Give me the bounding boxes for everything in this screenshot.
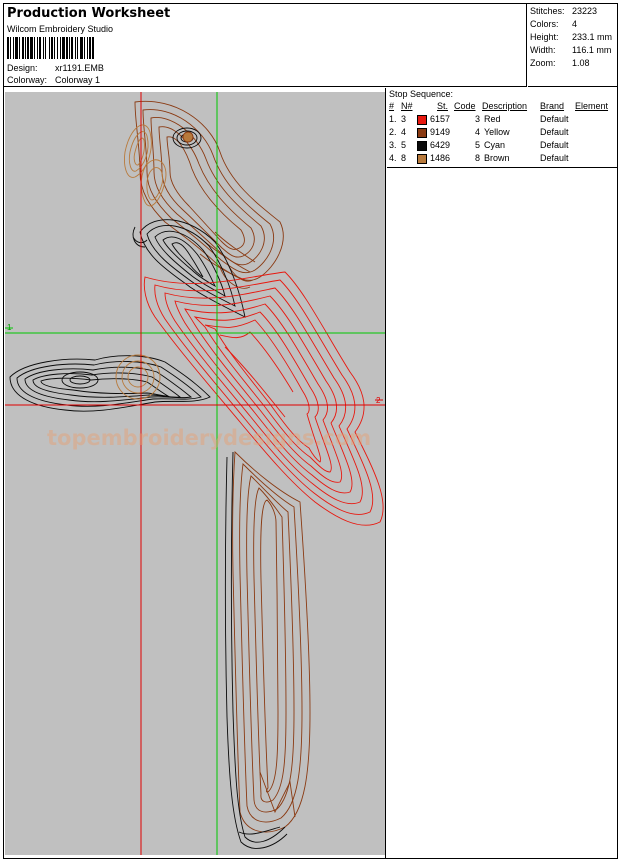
stitches-row: Stitches: 23223 — [530, 6, 597, 16]
design-row: Design: xr1191.EMB — [7, 63, 104, 73]
design-panel: 1 2 topembroiderydesigns.com — [4, 88, 386, 859]
guide-marker-1: 1 — [7, 323, 12, 332]
stop-row: 2. 4 9149 Yellow Default 4 — [387, 127, 618, 139]
stop-row: 3. 5 6429 Cyan Default 5 — [387, 140, 618, 152]
stop-code: 1486 — [430, 153, 451, 163]
stop-description: Yellow — [484, 127, 510, 137]
guide-lines — [5, 92, 385, 855]
zoom-value: 1.08 — [572, 58, 590, 68]
stop-description: Cyan — [484, 140, 506, 150]
stop-brand: Default — [540, 127, 569, 137]
colorway-row: Colorway: Colorway 1 — [7, 75, 100, 85]
stop-brand: Default — [540, 153, 569, 163]
design-stats: Stitches: 23223 Colors: 4 Height: 233.1 mm … — [528, 4, 618, 87]
stop-description: Brown — [484, 153, 510, 163]
color-swatch — [417, 154, 427, 164]
stop-needle: 4 — [401, 127, 407, 137]
color-swatch — [417, 128, 427, 138]
stop-index: 1. — [389, 114, 397, 124]
parrot-tail — [232, 450, 311, 833]
stop-needle: 3 — [401, 114, 407, 124]
stop-index: 4. — [389, 153, 397, 163]
colors-value: 4 — [572, 19, 578, 29]
stop-code: 6157 — [430, 114, 451, 124]
stop-code: 9149 — [430, 127, 451, 137]
stop-sequence-header: # N# St. Code Description Brand Element — [387, 101, 618, 113]
height-row: Height: 233.1 mm — [530, 32, 612, 42]
col-brand: Brand — [540, 101, 565, 111]
barcode-bar — [92, 37, 94, 59]
stop-brand: Default — [540, 114, 569, 124]
header-info: Production Worksheet Wilcom Embroidery S… — [4, 4, 527, 87]
production-worksheet: Production Worksheet Wilcom Embroidery S… — [3, 3, 618, 859]
stop-stitch: 4 — [475, 127, 481, 137]
zoom-row: Zoom: 1.08 — [530, 58, 590, 68]
col-element: Element — [575, 101, 609, 111]
stop-code: 6429 — [430, 140, 451, 150]
design-label: Design: — [7, 63, 38, 73]
height-value: 233.1 mm — [572, 32, 613, 42]
colors-row: Colors: 4 — [530, 19, 577, 29]
stop-brand: Default — [540, 140, 569, 150]
col-needle: N# — [401, 101, 413, 111]
width-label: Width: — [530, 45, 556, 55]
stop-stitch: 3 — [475, 114, 481, 124]
embroidery-preview: 1 2 topembroiderydesigns.com — [5, 92, 385, 855]
design-canvas: 1 2 topembroiderydesigns.com — [5, 92, 385, 855]
page-title: Production Worksheet — [7, 6, 171, 21]
stop-needle: 8 — [401, 153, 407, 163]
stop-description: Red — [484, 114, 501, 124]
guide-marker-2: 2 — [376, 396, 381, 405]
color-swatch — [417, 115, 427, 125]
stop-index: 2. — [389, 127, 397, 137]
perch-ring — [115, 354, 161, 400]
colorway-label: Colorway: — [7, 75, 48, 85]
stitches-label: Stitches: — [530, 6, 565, 16]
product-name: Wilcom Embroidery Studio — [7, 24, 114, 34]
stop-sequence-title: Stop Sequence: — [389, 89, 454, 99]
stop-sequence-panel: Stop Sequence: # N# St. Code Description… — [387, 88, 618, 168]
colors-label: Colors: — [530, 19, 559, 29]
parrot-eye — [172, 127, 202, 149]
stop-row: 1. 3 6157 Red Default 3 — [387, 114, 618, 126]
watermark: topembroiderydesigns.com — [47, 426, 371, 450]
width-row: Width: 116.1 mm — [530, 45, 611, 55]
barcode — [7, 37, 133, 59]
width-value: 116.1 mm — [572, 45, 612, 55]
stitches-value: 23223 — [572, 6, 598, 16]
parrot-neck-patch — [132, 219, 246, 318]
stop-stitch: 8 — [475, 153, 481, 163]
stop-index: 3. — [389, 140, 397, 150]
height-label: Height: — [530, 32, 559, 42]
col-description: Description — [482, 101, 528, 111]
stop-stitch: 5 — [475, 140, 481, 150]
zoom-label: Zoom: — [530, 58, 556, 68]
colorway-value: Colorway 1 — [55, 75, 101, 85]
color-swatch — [417, 141, 427, 151]
stop-row: 4. 8 1486 Brown Default 8 — [387, 153, 618, 165]
col-stitch: St. — [437, 101, 449, 111]
parrot-wing-left — [9, 355, 211, 412]
col-code: Code — [454, 101, 476, 111]
col-index: # — [389, 101, 395, 111]
parrot-body — [143, 271, 384, 526]
stop-needle: 5 — [401, 140, 407, 150]
design-value: xr1191.EMB — [55, 63, 104, 73]
